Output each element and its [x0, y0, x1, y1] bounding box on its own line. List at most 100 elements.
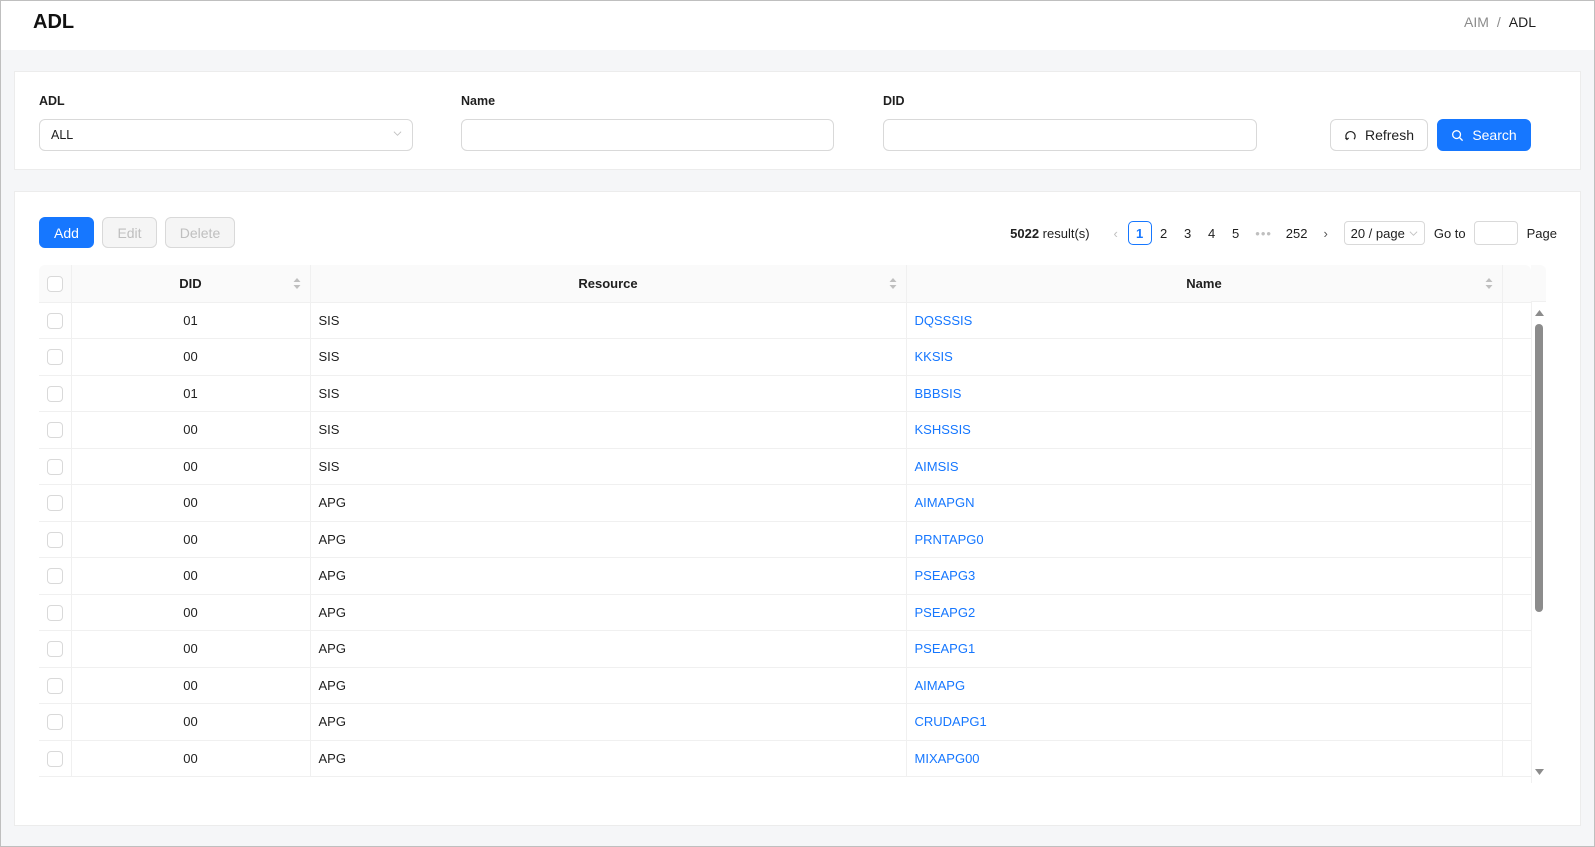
edit-button[interactable]: Edit: [102, 217, 157, 248]
column-header-did[interactable]: DID: [71, 265, 311, 303]
goto-label: Go to: [1433, 225, 1466, 241]
add-button[interactable]: Add: [39, 217, 94, 248]
refresh-button[interactable]: Refresh: [1330, 119, 1428, 151]
cell-name-link[interactable]: BBBSIS: [906, 375, 1503, 412]
breadcrumb-separator: /: [1496, 14, 1501, 30]
row-checkbox[interactable]: [46, 568, 63, 585]
table-scrollbar[interactable]: [1531, 302, 1546, 783]
cell-name-link[interactable]: PSEAPG3: [906, 557, 1503, 595]
row-checkbox[interactable]: [46, 312, 63, 329]
cell-name-link[interactable]: PRNTAPG0: [906, 521, 1503, 558]
did-input[interactable]: [883, 119, 1257, 151]
row-spacer: [1502, 667, 1531, 704]
row-checkbox[interactable]: [46, 750, 63, 767]
header-spacer: [1502, 265, 1531, 303]
delete-button[interactable]: Delete: [165, 217, 235, 248]
row-checkbox[interactable]: [46, 349, 63, 366]
cell-name-link[interactable]: AIMAPG: [906, 667, 1503, 704]
search-button[interactable]: Search: [1437, 119, 1531, 151]
scroll-thumb[interactable]: [1535, 324, 1543, 612]
table-row[interactable]: 00 APG AIMAPG: [39, 667, 1531, 704]
table-body: 01 SIS DQSSSIS 00 SIS KKSIS 01 SIS BBBSIS 00 SIS KS…: [39, 302, 1531, 777]
sort-icon[interactable]: [1485, 277, 1493, 290]
table-row[interactable]: 01 SIS DQSSSIS: [39, 302, 1531, 339]
breadcrumb-item-aim[interactable]: AIM: [1464, 14, 1489, 30]
page-3-button[interactable]: 3: [1176, 221, 1200, 245]
row-spacer: [1502, 594, 1531, 631]
cell-name-link[interactable]: AIMSIS: [906, 448, 1503, 485]
scroll-up-arrow-icon[interactable]: [1535, 310, 1544, 316]
table-row[interactable]: 00 SIS AIMSIS: [39, 448, 1531, 485]
refresh-icon: [1344, 130, 1356, 140]
table-row[interactable]: 00 APG MIXAPG00: [39, 740, 1531, 777]
table-row[interactable]: 00 APG PSEAPG3: [39, 557, 1531, 595]
cell-resource: SIS: [310, 411, 907, 449]
column-label-did: DID: [179, 275, 202, 291]
cell-name-link[interactable]: AIMAPGN: [906, 484, 1503, 522]
edit-label: Edit: [117, 224, 142, 241]
row-select-cell: [39, 703, 72, 741]
adl-select[interactable]: ALL: [39, 119, 413, 151]
sort-icon[interactable]: [889, 277, 897, 290]
row-checkbox[interactable]: [46, 714, 63, 731]
table-row[interactable]: 00 APG CRUDAPG1: [39, 703, 1531, 741]
cell-name-link[interactable]: PSEAPG1: [906, 630, 1503, 668]
next-page-button[interactable]: ›: [1314, 221, 1338, 245]
row-checkbox[interactable]: [46, 422, 63, 439]
cell-resource: APG: [310, 667, 907, 704]
select-all-checkbox[interactable]: [46, 275, 63, 292]
cell-did: 00: [71, 703, 311, 741]
table-row[interactable]: 00 APG PSEAPG2: [39, 594, 1531, 631]
row-select-cell: [39, 740, 72, 777]
cell-name-link[interactable]: PSEAPG2: [906, 594, 1503, 631]
chevron-down-icon: [1409, 230, 1418, 236]
page-4-button[interactable]: 4: [1200, 221, 1224, 245]
row-checkbox[interactable]: [46, 385, 63, 402]
breadcrumb-item-adl: ADL: [1508, 14, 1536, 30]
page-5-button[interactable]: 5: [1224, 221, 1248, 245]
row-spacer: [1502, 448, 1531, 485]
page-1-button[interactable]: 1: [1127, 221, 1152, 245]
cell-name-link[interactable]: MIXAPG00: [906, 740, 1503, 777]
row-checkbox[interactable]: [46, 604, 63, 621]
table-row[interactable]: 01 SIS BBBSIS: [39, 375, 1531, 412]
name-label: Name: [461, 94, 496, 108]
prev-page-button[interactable]: ‹: [1104, 221, 1128, 245]
row-checkbox[interactable]: [46, 495, 63, 512]
column-header-resource[interactable]: Resource: [310, 265, 907, 303]
table-row[interactable]: 00 APG AIMAPGN: [39, 484, 1531, 522]
row-select-cell: [39, 375, 72, 412]
row-spacer: [1502, 521, 1531, 558]
page-last-button[interactable]: 252: [1280, 221, 1314, 245]
page-2-button[interactable]: 2: [1152, 221, 1176, 245]
row-select-cell: [39, 521, 72, 558]
row-checkbox[interactable]: [46, 531, 63, 548]
row-checkbox[interactable]: [46, 458, 63, 475]
page-title: ADL: [33, 11, 75, 33]
sort-icon[interactable]: [293, 277, 301, 290]
jump-next-ellipsis[interactable]: •••: [1248, 221, 1280, 245]
cell-did: 00: [71, 448, 311, 485]
table-row[interactable]: 00 SIS KKSIS: [39, 338, 1531, 376]
scroll-down-arrow-icon[interactable]: [1535, 769, 1544, 775]
result-count: 5022 result(s): [1010, 226, 1089, 241]
table-row[interactable]: 00 SIS KSHSSIS: [39, 411, 1531, 449]
table-row[interactable]: 00 APG PRNTAPG0: [39, 521, 1531, 558]
row-checkbox[interactable]: [46, 641, 63, 658]
cell-name-link[interactable]: DQSSSIS: [906, 302, 1503, 339]
cell-name-link[interactable]: KKSIS: [906, 338, 1503, 376]
results-panel: Add Edit Delete 5022 result(s) ‹ 1 2 3 4…: [14, 191, 1581, 826]
cell-did: 00: [71, 630, 311, 668]
cell-name-link[interactable]: KSHSSIS: [906, 411, 1503, 449]
cell-resource: SIS: [310, 338, 907, 376]
goto-page-input[interactable]: [1473, 221, 1518, 245]
cell-resource: APG: [310, 557, 907, 595]
row-spacer: [1502, 411, 1531, 449]
page-size-select[interactable]: 20 / page: [1343, 221, 1425, 245]
chevron-down-icon: [393, 131, 402, 136]
row-checkbox[interactable]: [46, 677, 63, 694]
table-row[interactable]: 00 APG PSEAPG1: [39, 630, 1531, 668]
name-input[interactable]: [461, 119, 834, 151]
cell-name-link[interactable]: CRUDAPG1: [906, 703, 1503, 741]
column-header-name[interactable]: Name: [906, 265, 1503, 303]
